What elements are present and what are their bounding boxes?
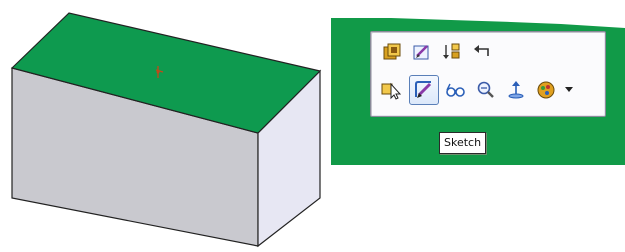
smart-dimension-icon [383,43,401,60]
chevron-down-icon [565,87,573,92]
select-button[interactable] [379,78,405,102]
view-glasses-icon [446,83,465,97]
context-toolbar [370,31,606,117]
sketch-button[interactable] [409,75,439,105]
insert-components-button[interactable] [439,40,465,64]
normal-to-button[interactable] [503,78,529,102]
edit-sketch-button[interactable] [409,40,435,64]
undo-return-button[interactable] [469,40,495,64]
toolbar-inset: Sketch [331,0,625,165]
model-box[interactable] [0,0,330,248]
zoom-icon [477,81,494,98]
toolbar-row-1 [379,39,499,65]
view-button[interactable] [443,78,469,102]
undo-return-icon [474,45,489,56]
appearance-icon [537,81,555,99]
insert-components-icon [443,43,460,59]
graphics-viewport[interactable] [0,0,330,248]
edit-sketch-icon [413,45,429,60]
appearance-button[interactable] [533,78,559,102]
sketch-icon [415,81,432,98]
toolbar-row-2 [379,75,575,105]
tooltip-text: Sketch [444,136,482,149]
tooltip: Sketch [439,132,487,154]
normal-to-icon [508,81,524,99]
appearance-dropdown[interactable] [563,78,575,102]
zoom-button[interactable] [473,78,499,102]
smart-dimension-button[interactable] [379,40,405,64]
select-icon [381,82,402,100]
